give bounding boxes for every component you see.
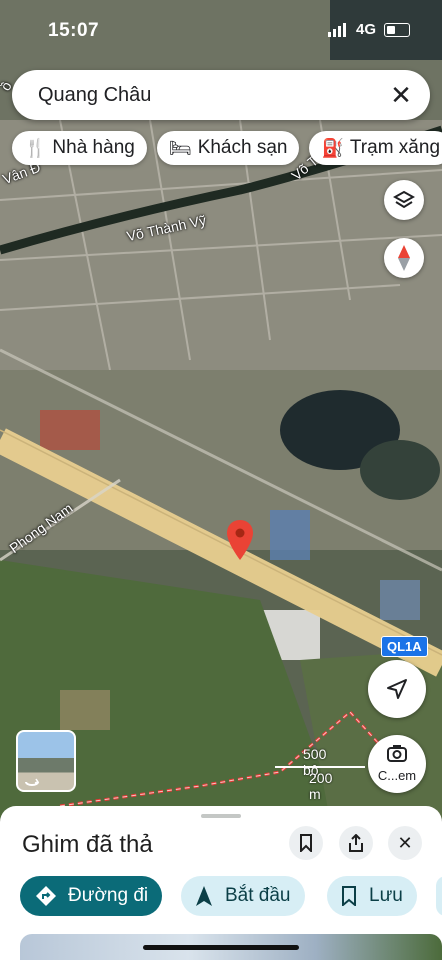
restaurant-icon: 🍴 (24, 137, 47, 158)
category-chips: 🍴 Nhà hàng 🛏 Khách sạn ⛽ Trạm xăng (12, 131, 442, 165)
directions-icon (36, 886, 56, 906)
street-view-thumbnail[interactable] (16, 730, 76, 792)
camera-search-button[interactable]: C...em (368, 735, 426, 793)
layers-button[interactable] (384, 180, 424, 220)
share-button[interactable] (339, 826, 373, 860)
hotel-icon: 🛏 (168, 137, 192, 158)
street-view-icon (25, 778, 40, 786)
drag-handle[interactable] (201, 814, 241, 818)
network-type: 4G (355, 21, 376, 38)
compass-button[interactable] (384, 238, 424, 278)
home-indicator (143, 945, 299, 950)
chip-hotels[interactable]: 🛏 Khách sạn (156, 131, 300, 165)
scale-line (275, 766, 365, 768)
search-query[interactable]: Quang Châu (38, 84, 151, 107)
bookmark-icon (342, 886, 356, 906)
close-search-icon[interactable]: ✕ (386, 80, 416, 110)
navigation-arrow-icon (387, 679, 407, 699)
directions-label: Đường đi (68, 885, 149, 906)
share-icon (349, 834, 363, 852)
place-bottom-sheet[interactable]: Ghim đã thả ✕ Đường đi Bắt đầu Lưu (0, 806, 442, 960)
more-actions-chip[interactable] (436, 876, 442, 916)
compass-icon (398, 245, 410, 271)
my-location-button[interactable] (368, 660, 426, 718)
map-pin-icon[interactable] (227, 520, 253, 560)
navigation-arrow-icon (196, 886, 212, 906)
highway-shield: QL1A (381, 636, 428, 657)
chip-gas-stations[interactable]: ⛽ Trạm xăng (309, 131, 442, 165)
camera-icon (387, 745, 407, 762)
save-label: Lưu (369, 885, 403, 906)
chip-label: Nhà hàng (52, 137, 135, 158)
battery-icon (384, 22, 410, 37)
chip-label: Trạm xăng (349, 137, 441, 158)
close-sheet-button[interactable]: ✕ (388, 826, 422, 860)
save-bookmark-button[interactable] (289, 826, 323, 860)
start-button[interactable]: Bắt đầu (181, 876, 305, 916)
map-view[interactable]: Võ Thành Vỹ Phong Nam Vân Đ Võ T ồ QL1A … (0, 0, 442, 820)
search-bar[interactable]: Quang Châu ✕ (12, 70, 430, 120)
signal-icon (327, 22, 346, 37)
layers-icon (393, 190, 415, 209)
save-button[interactable]: Lưu (327, 876, 417, 916)
start-label: Bắt đầu (225, 885, 291, 906)
bookmark-icon (300, 834, 312, 852)
scale-metric: 200 m (309, 770, 333, 802)
status-time: 15:07 (48, 20, 100, 41)
directions-button[interactable]: Đường đi (20, 876, 163, 916)
camera-label: C...em (377, 768, 417, 783)
place-title: Ghim đã thả (22, 831, 153, 858)
gas-station-icon: ⛽ (321, 137, 344, 158)
chip-restaurants[interactable]: 🍴 Nhà hàng (12, 131, 147, 165)
chip-label: Khách sạn (197, 137, 288, 158)
close-icon: ✕ (397, 832, 413, 853)
status-bar: 15:07 4G (0, 18, 442, 46)
